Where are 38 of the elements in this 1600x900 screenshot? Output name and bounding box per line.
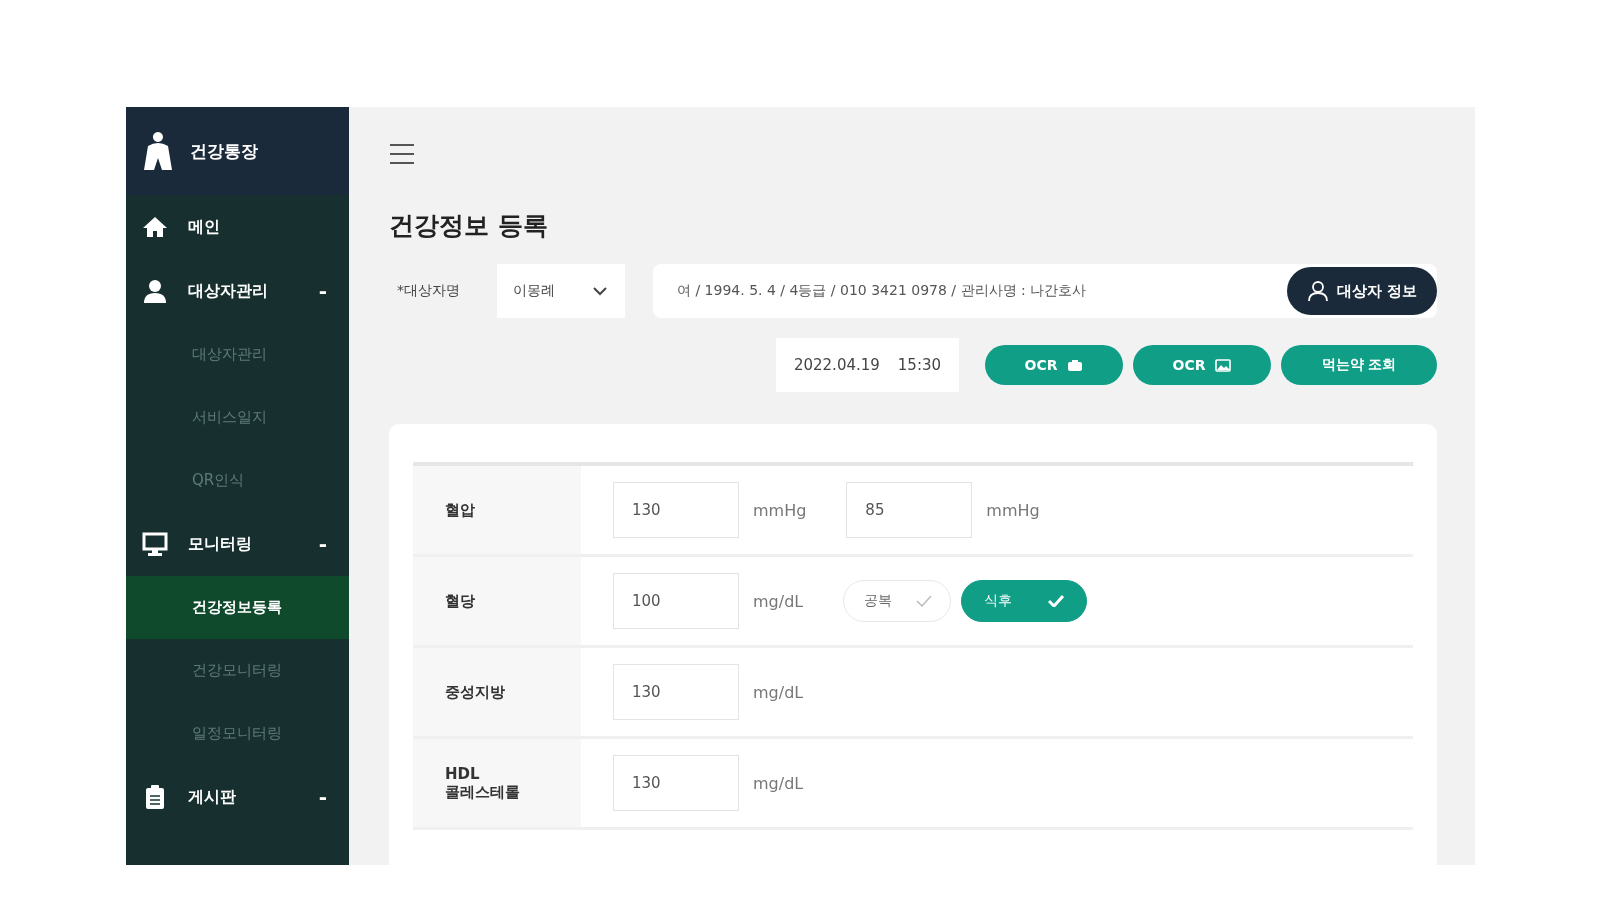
input-field[interactable]: 85 xyxy=(846,482,973,538)
subject-info-button[interactable]: 대상자 정보 xyxy=(1286,267,1437,315)
input-field[interactable]: 130 xyxy=(613,482,739,538)
menu-item[interactable]: 메인 xyxy=(126,195,349,259)
menu-icon[interactable] xyxy=(389,143,415,165)
row-label: 혈당 xyxy=(413,557,581,645)
page-title: 건강정보 등록 xyxy=(389,210,549,242)
row-label: HDL 콜레스테롤 xyxy=(413,739,581,827)
input-field[interactable]: 130 xyxy=(613,755,739,811)
input-field[interactable]: 130 xyxy=(613,664,739,720)
menu-item[interactable]: 게시판 - xyxy=(126,765,349,829)
image-icon xyxy=(1215,358,1232,372)
row-label: 혈압 xyxy=(413,466,581,554)
home-icon xyxy=(142,216,168,238)
input-field[interactable]: 100 xyxy=(613,573,739,629)
unit-label: mg/dL xyxy=(753,773,804,793)
toggle-button[interactable]: 공복 xyxy=(843,580,952,622)
logo-text: 건강통장 xyxy=(190,139,258,163)
check-icon xyxy=(916,595,933,607)
unit-label: mg/dL xyxy=(753,591,804,611)
unit-label: mg/dL xyxy=(753,682,804,702)
submenu-item[interactable]: 건강정보등록 xyxy=(126,576,349,639)
subject-label: *대상자명 xyxy=(396,282,461,300)
user-icon xyxy=(142,279,168,303)
camera-icon xyxy=(1067,359,1084,371)
menu-item[interactable]: 대상자관리 - xyxy=(126,259,349,323)
unit-label: mmHg xyxy=(986,500,1040,520)
menu-item[interactable]: 모니터링 - xyxy=(126,512,349,576)
row-label: 중성지방 xyxy=(413,648,581,736)
logo-icon xyxy=(142,130,174,172)
unit-label: mmHg xyxy=(753,500,807,520)
subject-select[interactable]: 이몽례 xyxy=(497,264,625,318)
subject-info-text: 여 / 1994. 5. 4 / 4등급 / 010 3421 0978 / 관리사명 : 나간호사 xyxy=(677,282,1087,300)
check-icon xyxy=(1048,595,1065,607)
user-icon xyxy=(1306,280,1329,302)
datetime-field[interactable]: 2022.04.19 15:30 xyxy=(776,338,959,392)
monitor-icon xyxy=(142,532,168,556)
chevron-down-icon xyxy=(593,286,607,296)
